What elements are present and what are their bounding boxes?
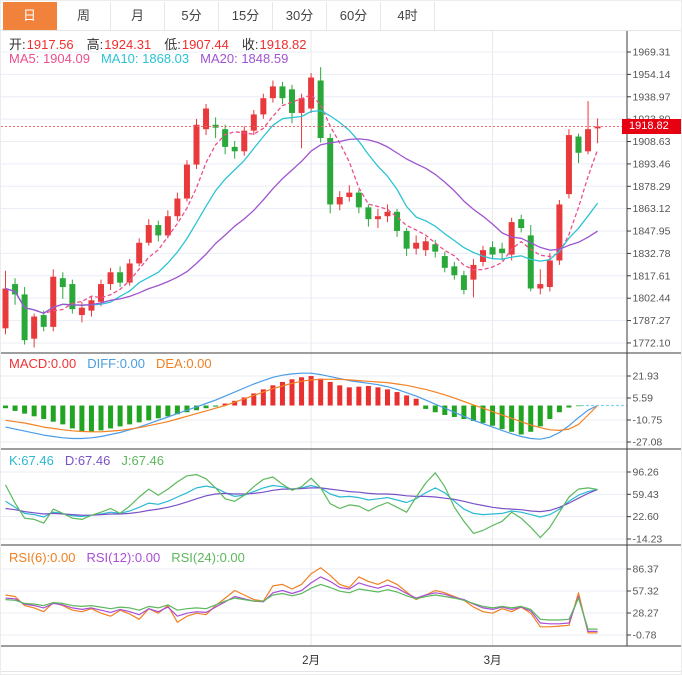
svg-text:2月: 2月 bbox=[302, 655, 320, 667]
candlestick-series bbox=[3, 67, 601, 347]
svg-text:1832.78: 1832.78 bbox=[633, 248, 671, 260]
gridlines bbox=[1, 31, 627, 646]
kdj-panel bbox=[6, 473, 598, 538]
svg-text:86.37: 86.37 bbox=[633, 564, 659, 576]
j-line bbox=[6, 473, 598, 538]
tab-60min[interactable]: 60分 bbox=[327, 2, 381, 30]
svg-text:1787.27: 1787.27 bbox=[633, 315, 671, 327]
svg-text:-27.08: -27.08 bbox=[633, 436, 663, 448]
svg-text:96.26: 96.26 bbox=[633, 467, 659, 479]
svg-text:1772.10: 1772.10 bbox=[633, 337, 671, 349]
svg-text:1863.12: 1863.12 bbox=[633, 203, 671, 215]
k-line bbox=[6, 486, 598, 518]
rsi6-line bbox=[6, 568, 598, 633]
month-axis-labels: 2月 3月 bbox=[302, 655, 501, 667]
svg-text:-14.23: -14.23 bbox=[633, 533, 663, 545]
price-axis-labels: 1969.311954.141938.971923.801908.631893.… bbox=[627, 47, 671, 642]
svg-text:21.93: 21.93 bbox=[633, 371, 659, 383]
svg-text:22.60: 22.60 bbox=[633, 511, 659, 523]
svg-text:5.59: 5.59 bbox=[633, 393, 654, 405]
svg-text:1847.95: 1847.95 bbox=[633, 226, 671, 238]
chart-svg[interactable]: 1969.311954.141938.971923.801908.631893.… bbox=[1, 31, 682, 675]
svg-text:1969.31: 1969.31 bbox=[633, 47, 671, 59]
svg-text:1817.61: 1817.61 bbox=[633, 270, 671, 282]
svg-text:1938.97: 1938.97 bbox=[633, 91, 671, 103]
rsi-panel bbox=[6, 568, 598, 633]
tab-day[interactable]: 日 bbox=[3, 2, 57, 30]
svg-text:57.32: 57.32 bbox=[633, 585, 659, 597]
timeframe-tabbar: 日 周 月 5分 15分 30分 60分 4时 bbox=[1, 1, 681, 31]
svg-text:-0.78: -0.78 bbox=[633, 629, 657, 641]
d-line bbox=[6, 488, 598, 515]
tab-week[interactable]: 周 bbox=[57, 2, 111, 30]
trading-chart-app: 日 周 月 5分 15分 30分 60分 4时 1969.31 1954.14 19… bbox=[0, 0, 682, 675]
svg-text:1802.44: 1802.44 bbox=[633, 293, 671, 305]
svg-text:1893.46: 1893.46 bbox=[633, 158, 671, 170]
tab-15min[interactable]: 15分 bbox=[219, 2, 273, 30]
tab-month[interactable]: 月 bbox=[111, 2, 165, 30]
current-price-badge: 1918.82 bbox=[622, 119, 682, 134]
svg-text:1878.29: 1878.29 bbox=[633, 181, 671, 193]
svg-text:3月: 3月 bbox=[484, 655, 502, 667]
svg-text:59.43: 59.43 bbox=[633, 489, 659, 501]
svg-text:1908.63: 1908.63 bbox=[633, 136, 671, 148]
macd-panel bbox=[3, 373, 627, 439]
svg-text:1954.14: 1954.14 bbox=[633, 69, 671, 81]
svg-text:-10.75: -10.75 bbox=[633, 415, 663, 427]
svg-text:28.27: 28.27 bbox=[633, 607, 659, 619]
tab-5min[interactable]: 5分 bbox=[165, 2, 219, 30]
panel-frame bbox=[1, 31, 682, 672]
chart-area: 1969.311954.141938.971923.801908.631893.… bbox=[1, 31, 682, 675]
tab-4hour[interactable]: 4时 bbox=[381, 2, 435, 30]
tab-30min[interactable]: 30分 bbox=[273, 2, 327, 30]
